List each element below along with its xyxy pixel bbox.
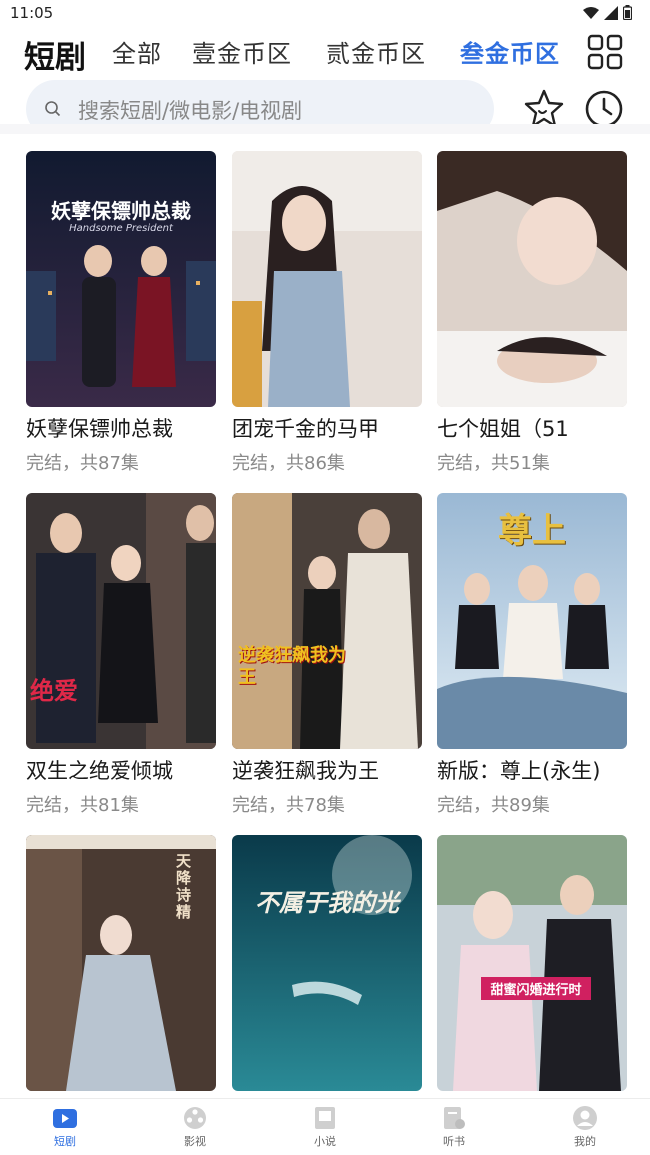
tv-icon bbox=[53, 1109, 77, 1128]
drama-meta: 完结，共81集 bbox=[26, 795, 139, 816]
poster-title: 尊上 bbox=[498, 511, 566, 551]
poster-image: 天降诗精 bbox=[26, 835, 216, 1091]
poster-image: 甜蜜闪婚进行时 bbox=[437, 835, 627, 1091]
poster-image: 逆袭狂飙我为王 bbox=[232, 493, 422, 749]
tab-label: 小说 bbox=[314, 1135, 336, 1148]
poster-image bbox=[437, 151, 627, 407]
drama-card[interactable]: 不属于我的光 bbox=[232, 835, 422, 1098]
search-placeholder: 搜索短剧/微电影/电视剧 bbox=[78, 99, 303, 123]
search-icon bbox=[45, 101, 61, 117]
drama-title: 新版：尊上(永生) bbox=[437, 759, 601, 783]
poster-title: 天降诗精 bbox=[176, 852, 192, 921]
drama-title: 团宠千金的马甲 bbox=[232, 417, 379, 441]
drama-card[interactable]: 绝爱 双生之绝爱倾城 完结，共81集 bbox=[26, 493, 216, 817]
headphones-book-icon bbox=[444, 1107, 465, 1129]
status-icons bbox=[583, 5, 632, 20]
drama-meta: 完结，共78集 bbox=[232, 795, 345, 816]
drama-card[interactable]: 天降诗精 bbox=[26, 835, 216, 1098]
drama-card[interactable]: 甜蜜闪婚进行时 bbox=[437, 835, 627, 1098]
drama-meta: 完结，共51集 bbox=[437, 453, 550, 474]
tab-short-drama[interactable]: 短剧 bbox=[25, 1105, 105, 1149]
tab-all[interactable]: 全部 bbox=[112, 34, 162, 69]
tab-label: 影视 bbox=[184, 1135, 206, 1148]
poster-title: 甜蜜闪婚进行时 bbox=[481, 977, 591, 1000]
tab-movies[interactable]: 影视 bbox=[155, 1105, 235, 1149]
poster-image bbox=[232, 151, 422, 407]
grid-menu-icon[interactable] bbox=[587, 34, 623, 70]
poster-title: 逆袭狂飙我为王 bbox=[238, 645, 346, 688]
drama-title: 妖孽保镖帅总裁 bbox=[26, 417, 173, 441]
tab-novels[interactable]: 小说 bbox=[285, 1105, 365, 1149]
profile-icon bbox=[573, 1106, 597, 1130]
tab-one-coin[interactable]: 壹金币区 bbox=[192, 34, 292, 69]
wifi-icon bbox=[583, 6, 599, 19]
tab-label: 我的 bbox=[574, 1135, 596, 1148]
drama-grid: 妖孽保镖帅总裁 Handsome President 妖孽保镖帅总裁 完结，共8… bbox=[0, 134, 650, 1098]
film-reel-icon bbox=[184, 1107, 206, 1129]
poster-title: 不属于我的光 bbox=[255, 889, 399, 917]
battery-icon bbox=[623, 5, 632, 20]
tab-two-coin[interactable]: 贰金币区 bbox=[326, 34, 426, 69]
drama-title: 七个姐姐（51 bbox=[437, 417, 569, 441]
history-clock-icon[interactable] bbox=[584, 89, 624, 129]
drama-card[interactable]: 逆袭狂飙我为王 逆袭狂飙我为王 完结，共78集 bbox=[232, 493, 422, 817]
bottom-tab-bar: 短剧 影视 小说 听书 我的 bbox=[0, 1098, 650, 1155]
drama-title: 逆袭狂飙我为王 bbox=[232, 759, 379, 783]
brand-title: 短剧 bbox=[24, 40, 86, 76]
poster-title: 妖孽保镖帅总裁 bbox=[51, 199, 191, 223]
tab-audiobooks[interactable]: 听书 bbox=[414, 1105, 494, 1149]
signal-icon bbox=[604, 5, 618, 20]
drama-card[interactable]: 七个姐姐（51 完结，共51集 bbox=[437, 151, 627, 475]
drama-card[interactable]: 尊上 新版：尊上(永生) 完结，共89集 bbox=[437, 493, 627, 817]
poster-image: 尊上 bbox=[437, 493, 627, 749]
tab-three-coin[interactable]: 叁金币区 bbox=[460, 34, 560, 69]
poster-title: 绝爱 bbox=[30, 677, 78, 705]
drama-card[interactable]: 团宠千金的马甲 完结，共86集 bbox=[232, 151, 422, 475]
poster-subtitle: Handsome President bbox=[69, 223, 173, 234]
status-bar: 11:05 bbox=[0, 0, 650, 28]
tab-profile[interactable]: 我的 bbox=[545, 1105, 625, 1149]
drama-title: 双生之绝爱倾城 bbox=[26, 759, 173, 783]
tab-label: 听书 bbox=[443, 1135, 465, 1148]
drama-meta: 完结，共87集 bbox=[26, 453, 139, 474]
book-icon bbox=[315, 1107, 335, 1129]
poster-image: 妖孽保镖帅总裁 Handsome President bbox=[26, 151, 216, 407]
category-bar: 短剧 全部 壹金币区 贰金币区 叁金币区 bbox=[0, 28, 650, 76]
drama-card[interactable]: 妖孽保镖帅总裁 Handsome President 妖孽保镖帅总裁 完结，共8… bbox=[26, 151, 216, 475]
drama-meta: 完结，共86集 bbox=[232, 453, 345, 474]
poster-image: 绝爱 bbox=[26, 493, 216, 749]
status-time: 11:05 bbox=[10, 4, 54, 22]
divider bbox=[0, 124, 650, 134]
tab-label: 短剧 bbox=[54, 1135, 76, 1148]
poster-image: 不属于我的光 bbox=[232, 835, 422, 1091]
drama-meta: 完结，共89集 bbox=[437, 795, 550, 816]
